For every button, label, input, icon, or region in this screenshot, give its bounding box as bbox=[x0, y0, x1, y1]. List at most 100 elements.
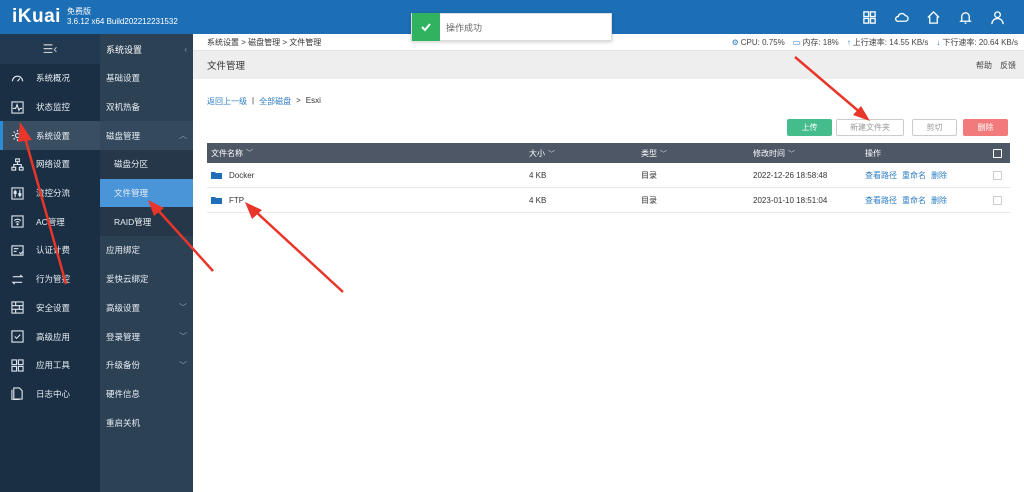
submenu-item-raid[interactable]: RAID管理 bbox=[100, 207, 193, 237]
main-sidebar: ☰‹ 系统概况 状态监控 系统设置 网络设置 流控分流 AC管理 认证计费 行为… bbox=[0, 34, 100, 492]
memory-icon: ▭ bbox=[792, 37, 801, 47]
all-disks-link[interactable]: 全部磁盘 bbox=[259, 96, 291, 107]
row-actions: 查看路径 重命名 删除 bbox=[865, 170, 985, 181]
back-link[interactable]: 返回上一级 bbox=[207, 96, 247, 107]
sidebar-item-auth[interactable]: 认证计费 bbox=[0, 236, 100, 265]
page-title: 文件管理 bbox=[207, 61, 246, 72]
delete-link[interactable]: 删除 bbox=[931, 195, 947, 206]
row-checkbox[interactable] bbox=[985, 170, 1010, 180]
rename-link[interactable]: 重命名 bbox=[902, 195, 926, 206]
submenu-item-label: 高级设置 bbox=[106, 302, 141, 313]
collapse-icon[interactable]: ‹ bbox=[184, 45, 187, 54]
column-modified[interactable]: 修改时间 ﹀ bbox=[753, 148, 865, 159]
submenu-item-label: 磁盘管理 bbox=[106, 130, 141, 141]
sidebar-item-monitor[interactable]: 状态监控 bbox=[0, 93, 100, 122]
view-path-link[interactable]: 查看路径 bbox=[865, 170, 897, 181]
sidebar-item-advanced-apps[interactable]: 高级应用 bbox=[0, 322, 100, 351]
sub-sidebar: 系统设置 ‹ 基础设置 双机热备 磁盘管理 ︿ 磁盘分区 文件管理 RAID管理 … bbox=[100, 34, 193, 492]
column-actions: 操作 bbox=[865, 148, 881, 158]
submenu-item-app-binding[interactable]: 应用绑定 bbox=[100, 236, 193, 265]
sidebar-item-system-settings[interactable]: 系统设置 bbox=[0, 121, 100, 151]
sidebar-item-tools[interactable]: 应用工具 bbox=[0, 351, 100, 380]
view-path-link[interactable]: 查看路径 bbox=[865, 195, 897, 206]
file-size: 4 KB bbox=[529, 195, 547, 205]
arrow-up-icon: ↑ bbox=[846, 37, 851, 47]
sidebar-item-overview[interactable]: 系统概况 bbox=[0, 64, 100, 93]
column-type[interactable]: 类型 ﹀ bbox=[641, 148, 753, 159]
arrow-down-icon: ↓ bbox=[936, 37, 941, 47]
sidebar-item-label: 高级应用 bbox=[36, 331, 71, 342]
upload-rate-stat: ↑ 上行速率: 14.55 KB/s bbox=[846, 37, 929, 47]
table-row[interactable]: FTP 4 KB 目录 2023-01-10 18:51:04 查看路径 重命名… bbox=[207, 188, 1010, 213]
submenu-item-reboot[interactable]: 重启关机 bbox=[100, 408, 193, 437]
cloud-icon[interactable] bbox=[893, 9, 910, 26]
file-modified: 2022-12-26 18:58:48 bbox=[753, 170, 828, 180]
submenu-item-hardware[interactable]: 硬件信息 bbox=[100, 380, 193, 409]
download-rate-stat: ↓ 下行速率: 20.64 KB/s bbox=[936, 37, 1018, 47]
sidebar-item-label: 网络设置 bbox=[36, 159, 71, 170]
submenu-item-disk-management[interactable]: 磁盘管理 ︿ bbox=[100, 121, 193, 151]
sidebar-item-label: 系统概况 bbox=[36, 73, 71, 84]
dashboard-icon bbox=[10, 71, 24, 85]
sidebar-item-network[interactable]: 网络设置 bbox=[0, 150, 100, 179]
submenu-item-basic[interactable]: 基础设置 bbox=[100, 64, 193, 93]
submenu-item-disk-partition[interactable]: 磁盘分区 bbox=[100, 150, 193, 179]
breadcrumb: 系统设置 > 磁盘管理 > 文件管理 bbox=[207, 37, 322, 47]
chevron-down-icon: ﹀ bbox=[660, 150, 667, 158]
file-type: 目录 bbox=[641, 195, 657, 205]
cut-button[interactable]: 剪切 bbox=[912, 119, 957, 136]
sidebar-item-flow-control[interactable]: 流控分流 bbox=[0, 179, 100, 208]
delete-link[interactable]: 删除 bbox=[931, 170, 947, 181]
tools-icon bbox=[10, 358, 24, 372]
submenu-item-login[interactable]: 登录管理 ﹀ bbox=[100, 322, 193, 351]
auth-icon bbox=[10, 243, 24, 257]
submenu-item-label: 硬件信息 bbox=[106, 388, 141, 399]
grid-icon[interactable] bbox=[861, 9, 878, 26]
memory-stat: ▭ 内存: 18% bbox=[792, 37, 839, 47]
sidebar-item-label: 应用工具 bbox=[36, 360, 71, 371]
monitor-icon bbox=[10, 100, 24, 114]
delete-button[interactable]: 删除 bbox=[963, 119, 1008, 136]
row-checkbox[interactable] bbox=[985, 195, 1010, 205]
rename-link[interactable]: 重命名 bbox=[902, 170, 926, 181]
submenu-item-upgrade[interactable]: 升级备份 ﹀ bbox=[100, 351, 193, 380]
help-link[interactable]: 帮助 bbox=[976, 60, 992, 71]
user-icon[interactable] bbox=[989, 9, 1006, 26]
cpu-stat: ⚙ CPU: 0.75% bbox=[731, 37, 785, 47]
submenu-item-file-management[interactable]: 文件管理 bbox=[100, 178, 193, 208]
submenu-item-label: 磁盘分区 bbox=[114, 159, 149, 170]
new-folder-button[interactable]: 新建文件夹 bbox=[836, 119, 904, 136]
chevron-down-icon: ﹀ bbox=[548, 150, 555, 158]
sub-sidebar-title: 系统设置 bbox=[106, 44, 143, 55]
upload-button[interactable]: 上传 bbox=[787, 119, 832, 136]
home-icon[interactable] bbox=[925, 9, 942, 26]
sidebar-item-label: 日志中心 bbox=[36, 388, 71, 399]
sidebar-item-security[interactable]: 安全设置 bbox=[0, 294, 100, 323]
cpu-icon: ⚙ bbox=[731, 37, 739, 47]
path-separator: | bbox=[252, 96, 255, 105]
file-name: Docker bbox=[229, 170, 255, 180]
advanced-icon bbox=[10, 330, 24, 344]
sidebar-item-behavior[interactable]: 行为管控 bbox=[0, 265, 100, 294]
sub-sidebar-header: 系统设置 ‹ bbox=[100, 34, 193, 64]
submenu-item-ha[interactable]: 双机热备 bbox=[100, 93, 193, 122]
column-size[interactable]: 大小 ﹀ bbox=[529, 148, 641, 159]
table-row[interactable]: Docker 4 KB 目录 2022-12-26 18:58:48 查看路径 … bbox=[207, 163, 1010, 188]
bell-icon[interactable] bbox=[957, 9, 974, 26]
path-arrow: > bbox=[296, 96, 301, 105]
submenu-item-cloud-binding[interactable]: 爱快云绑定 bbox=[100, 265, 193, 294]
chevron-up-icon: ︿ bbox=[179, 131, 187, 141]
menu-toggle-icon[interactable]: ☰‹ bbox=[0, 34, 100, 64]
submenu-item-advanced[interactable]: 高级设置 ﹀ bbox=[100, 294, 193, 323]
logo[interactable]: iKuai bbox=[12, 6, 61, 28]
version-info: 免费版 3.6.12 x64 Build202212231532 bbox=[67, 7, 178, 27]
chevron-down-icon: ﹀ bbox=[788, 150, 795, 158]
column-name[interactable]: 文件名称 ﹀ bbox=[207, 148, 529, 159]
sidebar-item-ac[interactable]: AC管理 bbox=[0, 207, 100, 236]
file-size: 4 KB bbox=[529, 170, 547, 180]
feedback-link[interactable]: 反馈 bbox=[1000, 60, 1016, 71]
sidebar-item-logs[interactable]: 日志中心 bbox=[0, 380, 100, 409]
log-icon bbox=[10, 387, 24, 401]
submenu-item-label: 爱快云绑定 bbox=[106, 274, 149, 285]
select-all-checkbox[interactable] bbox=[985, 148, 1010, 158]
